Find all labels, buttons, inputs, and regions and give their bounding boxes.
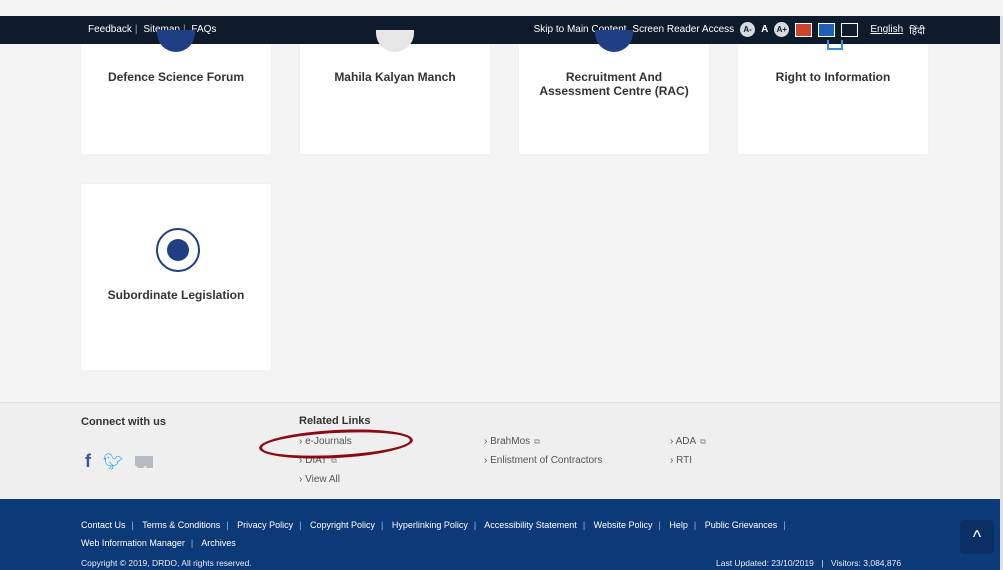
card-title: Defence Science Forum	[107, 70, 245, 84]
divider: |	[821, 558, 824, 568]
theme-swatch-orange[interactable]	[795, 22, 813, 37]
facebook-icon[interactable]: f	[85, 451, 91, 472]
footer-link-archives[interactable]: Archives	[201, 538, 236, 548]
footer-link-website-policy[interactable]: Website Policy	[594, 520, 653, 530]
card-rac[interactable]: Recruitment And Assessment Centre (RAC)	[519, 30, 709, 154]
divider: |	[190, 538, 194, 548]
connect-heading: Connect with us	[81, 416, 166, 428]
last-updated-text: Last Updated: 23/10/2019	[716, 558, 814, 568]
footer-bottom: Contact Us | Terms & Conditions | Privacy …	[0, 499, 1003, 570]
related-link-brahmos[interactable]: › BrahMos ⧉	[484, 436, 540, 447]
footer-links-section: Connect with us f 🐦︎ Related Links › e-J…	[0, 402, 1003, 500]
footer-link-help[interactable]: Help	[669, 520, 688, 530]
update-visitors: Last Updated: 23/10/2019 | Visitors: 3,0…	[716, 558, 901, 568]
external-link-icon: ⧉	[534, 437, 540, 446]
related-link-ada[interactable]: › ADA ⧉	[670, 436, 706, 447]
twitter-icon[interactable]: 🐦︎	[103, 452, 123, 472]
card-right-to-information[interactable]: Right to Information	[738, 40, 928, 154]
divider: |	[299, 520, 302, 530]
footer-link-accessibility[interactable]: Accessibility Statement	[484, 520, 577, 530]
card-title: Right to Information	[775, 70, 891, 84]
faqs-link[interactable]: FAQs	[191, 24, 216, 35]
font-increase-button[interactable]: A+	[774, 22, 790, 37]
theme-swatch-blue[interactable]	[818, 22, 836, 37]
footer-link-contact-us[interactable]: Contact Us	[81, 520, 126, 530]
related-link-enlistment[interactable]: › Enlistment of Contractors	[484, 455, 602, 466]
english-link[interactable]: English	[870, 24, 903, 35]
drdo-emblem-icon	[156, 228, 200, 272]
divider: |	[783, 520, 786, 530]
mail-icon[interactable]	[135, 455, 154, 468]
feedback-link[interactable]: Feedback	[88, 24, 132, 35]
footer-link-privacy[interactable]: Privacy Policy	[237, 520, 293, 530]
cards-section: Defence Science Forum Mahila Kalyan Manc…	[0, 30, 1003, 402]
footer-link-public-grievances[interactable]: Public Grievances	[705, 520, 778, 530]
divider: |	[473, 520, 477, 530]
footer-link-terms[interactable]: Terms & Conditions	[142, 520, 220, 530]
card-title: Recruitment And Assessment Centre (RAC)	[539, 70, 689, 98]
divider: |	[381, 520, 384, 530]
accessibility-tools: Skip to Main Content Screen Reader Acces…	[534, 22, 925, 37]
social-icons: f 🐦︎	[85, 451, 154, 472]
footer-link-copyright[interactable]: Copyright Policy	[310, 520, 375, 530]
copyright-text: Copyright © 2019, DRDO, All rights reser…	[81, 558, 252, 568]
card-title: Mahila Kalyan Manch	[334, 70, 456, 84]
drdo-emblem-icon	[157, 30, 195, 52]
footer-bottom-links: Contact Us | Terms & Conditions | Privacy …	[81, 516, 941, 552]
card-subordinate-legislation[interactable]: Subordinate Legislation	[81, 184, 271, 370]
divider: |	[658, 520, 661, 530]
divider: |	[693, 520, 697, 530]
external-link-icon: ⧉	[700, 437, 706, 446]
theme-swatch-dark[interactable]	[841, 22, 859, 37]
card-title: Subordinate Legislation	[107, 288, 245, 302]
related-link-rti[interactable]: › RTI	[670, 455, 692, 466]
font-decrease-button[interactable]: A-	[740, 22, 756, 37]
rac-emblem-icon	[595, 30, 633, 52]
manch-logo-icon	[376, 30, 414, 52]
related-links-heading: Related Links	[299, 415, 371, 427]
font-normal-button[interactable]: A	[761, 24, 768, 35]
rti-icon	[827, 40, 843, 50]
footer-link-hyperlinking[interactable]: Hyperlinking Policy	[392, 520, 468, 530]
highlight-oval	[258, 425, 414, 463]
divider: |	[226, 520, 229, 530]
screen-reader-access-link[interactable]: Screen Reader Access	[632, 24, 734, 35]
visitors-count: Visitors: 3,084,876	[830, 558, 902, 568]
card-mahila-kalyan-manch[interactable]: Mahila Kalyan Manch	[300, 30, 490, 154]
divider: |	[134, 24, 138, 35]
divider: |	[131, 520, 134, 530]
divider: |	[582, 520, 586, 530]
top-bar: Feedback| Sitemap| FAQs Skip to Main Con…	[0, 16, 1003, 44]
chevron-up-icon: ^	[972, 527, 982, 547]
scroll-to-top-button[interactable]: ^	[960, 520, 994, 554]
top-links: Feedback| Sitemap| FAQs	[88, 24, 216, 35]
card-defence-science-forum[interactable]: Defence Science Forum	[81, 30, 271, 154]
footer-link-web-info-manager[interactable]: Web Information Manager	[81, 538, 185, 548]
hindi-link[interactable]: हिंदी	[909, 23, 925, 37]
related-link-view-all[interactable]: › View All	[299, 474, 340, 485]
